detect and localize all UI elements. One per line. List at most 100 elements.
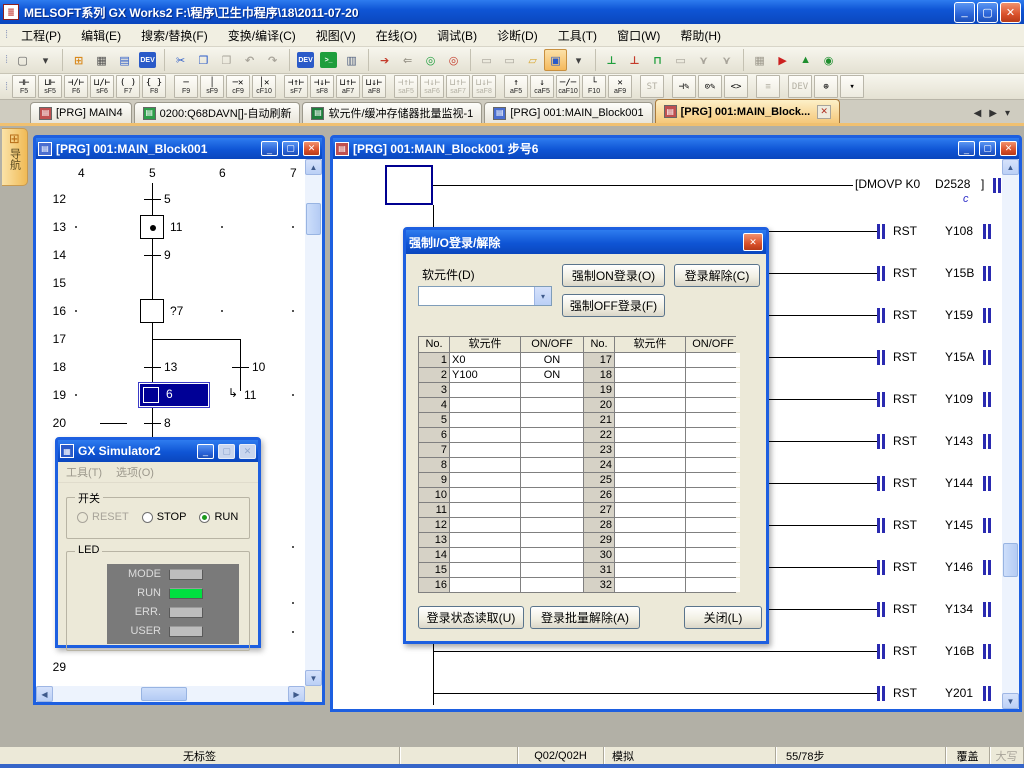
toolbar-icon[interactable]: ▤ <box>113 49 136 71</box>
onoff-cell[interactable] <box>521 503 583 517</box>
tab-list-dropdown-icon[interactable]: ▾ <box>1005 108 1010 119</box>
device-combobox[interactable]: ▾ <box>418 286 552 306</box>
toolbar-icon[interactable]: ▭ <box>470 49 498 71</box>
tab-scroll-right-icon[interactable]: ▶ <box>989 108 997 119</box>
toolbar-icon[interactable]: ▢ <box>11 49 34 71</box>
onoff-cell[interactable] <box>686 578 740 592</box>
ladder-symbol-button[interactable]: ≡ <box>756 75 780 98</box>
onoff-cell[interactable] <box>521 383 583 397</box>
ladder-symbol-button[interactable]: ↑ aF5 <box>504 75 528 98</box>
simulator-minimize-button[interactable]: _ <box>197 444 214 459</box>
ladder-symbol-button[interactable]: ─ F9 <box>174 75 198 98</box>
toolbar-icon[interactable]: ▭ <box>669 49 692 71</box>
device-cell[interactable] <box>450 548 520 562</box>
scroll-up-icon[interactable]: ▲ <box>1002 159 1019 175</box>
toolbar-icon[interactable]: ▲ <box>794 49 817 71</box>
menu-item[interactable]: 编辑(E) <box>71 25 131 46</box>
device-cell[interactable] <box>450 578 520 592</box>
device-cell[interactable] <box>450 473 520 487</box>
ladder-symbol-button[interactable]: ✕ aF9 <box>608 75 632 98</box>
minimize-button[interactable]: _ <box>954 2 975 23</box>
menu-item[interactable]: 在线(O) <box>366 25 427 46</box>
onoff-cell[interactable] <box>686 398 740 412</box>
register-cancel-button[interactable]: 登录解除(C) <box>674 264 760 287</box>
onoff-cell[interactable] <box>521 398 583 412</box>
device-cell[interactable] <box>615 398 685 412</box>
device-cell[interactable] <box>615 518 685 532</box>
sfc-selected-step[interactable]: 6 <box>138 382 210 408</box>
ladder-close-button[interactable]: ✕ <box>1000 141 1017 156</box>
device-cell[interactable] <box>615 413 685 427</box>
switch-radio[interactable]: STOP <box>142 511 187 523</box>
simulator-menu-item[interactable]: 选项(O) <box>116 464 154 480</box>
scroll-up-icon[interactable]: ▲ <box>305 159 322 175</box>
ladder-symbol-button[interactable]: │✕ cF10 <box>252 75 276 98</box>
ladder-window-titlebar[interactable]: ▤ [PRG] 001:MAIN_Block001 步号6 _ ▢ ✕ <box>333 138 1019 159</box>
document-tab[interactable]: ▤ [PRG] 001:MAIN_Block001 ✕ <box>484 102 652 123</box>
toolbar-icon[interactable]: ⋎ <box>692 49 715 71</box>
onoff-cell[interactable] <box>521 488 583 502</box>
ladder-symbol-button[interactable]: ─✕ cF9 <box>226 75 250 98</box>
ladder-symbol-button[interactable]: ⊣✎ <box>672 75 696 98</box>
document-tab[interactable]: ▤ [PRG] MAIN4 ✕ <box>30 102 132 123</box>
device-cell[interactable] <box>450 458 520 472</box>
sfc-vertical-scrollbar[interactable]: ▲ ▼ <box>305 159 322 686</box>
ladder-rst-rung[interactable]: RST Y201 <box>333 683 1002 705</box>
sfc-horizontal-scrollbar[interactable]: ◀ ▶ <box>36 686 305 702</box>
device-cell[interactable] <box>450 533 520 547</box>
scroll-down-icon[interactable]: ▼ <box>1002 693 1019 709</box>
ladder-symbol-button[interactable]: ⊔⊢ sF5 <box>38 75 62 98</box>
toolbar-icon[interactable]: ▾ <box>34 49 57 71</box>
device-cell[interactable] <box>450 413 520 427</box>
toolbar-icon[interactable]: ❐ <box>192 49 215 71</box>
toolbar-icon[interactable]: ◎ <box>419 49 442 71</box>
onoff-cell[interactable] <box>521 578 583 592</box>
close-button[interactable]: ✕ <box>1000 2 1021 23</box>
toolbar-icon[interactable]: DEV <box>136 49 159 71</box>
ladder-symbol-button[interactable]: ─/─ caF10 <box>556 75 580 98</box>
ladder-symbol-button[interactable]: ⊣↓⊢ sF8 <box>310 75 334 98</box>
ladder-symbol-button[interactable]: ⊣/⊢ F6 <box>64 75 88 98</box>
onoff-cell[interactable] <box>521 518 583 532</box>
ladder-symbol-button[interactable]: ⊣↓⊢ saF6 <box>420 75 444 98</box>
ladder-symbol-button[interactable]: ↓ caF5 <box>530 75 554 98</box>
document-tab[interactable]: ▤ 软元件/缓冲存储器批量监视-1 ✕ <box>302 102 482 123</box>
document-tab[interactable]: ▤ 0200:Q68DAVN[]-自动刷新 ✕ <box>134 102 301 123</box>
onoff-cell[interactable] <box>686 353 740 367</box>
toolbar-icon[interactable]: ▣ <box>544 49 567 71</box>
ladder-symbol-button[interactable]: ⊔↓⊢ aF8 <box>362 75 386 98</box>
switch-radio[interactable]: RESET <box>77 511 129 523</box>
sfc-close-button[interactable]: ✕ <box>303 141 320 156</box>
scroll-thumb[interactable] <box>306 203 321 235</box>
onoff-cell[interactable] <box>521 443 583 457</box>
menu-item[interactable]: 窗口(W) <box>607 25 670 46</box>
device-cell[interactable] <box>615 428 685 442</box>
onoff-cell[interactable] <box>686 533 740 547</box>
sfc-step[interactable] <box>140 299 164 323</box>
onoff-cell[interactable] <box>686 443 740 457</box>
simulator-menu-item[interactable]: 工具(T) <box>66 464 102 480</box>
maximize-button[interactable]: ▢ <box>977 2 998 23</box>
toolbar-icon[interactable]: ▭ <box>498 49 521 71</box>
ladder-vertical-scrollbar[interactable]: ▲ ▼ <box>1002 159 1019 709</box>
ladder-symbol-button[interactable]: ⊣↑⊢ saF5 <box>394 75 418 98</box>
menu-item[interactable]: 工具(T) <box>548 25 607 46</box>
ladder-symbol-button[interactable]: ⊣⊢ F5 <box>12 75 36 98</box>
ladder-symbol-button[interactable]: ⊣↑⊢ sF7 <box>284 75 308 98</box>
combobox-dropdown-icon[interactable]: ▾ <box>534 287 551 305</box>
menu-item[interactable]: 搜索/替换(F) <box>131 25 218 46</box>
ladder-symbol-button[interactable]: ⊕ <box>814 75 838 98</box>
device-cell[interactable] <box>615 368 685 382</box>
scroll-left-icon[interactable]: ◀ <box>36 686 53 702</box>
device-cell[interactable] <box>450 428 520 442</box>
device-cell[interactable]: X0 <box>450 353 520 367</box>
tab-close-icon[interactable]: ✕ <box>817 105 831 119</box>
onoff-cell[interactable] <box>521 548 583 562</box>
toolbar-icon[interactable]: ➔ <box>368 49 396 71</box>
close-dialog-button[interactable]: 关闭(L) <box>684 606 762 629</box>
onoff-cell[interactable] <box>686 383 740 397</box>
toolbar-icon[interactable]: ↶ <box>238 49 261 71</box>
onoff-cell[interactable] <box>686 548 740 562</box>
device-cell[interactable] <box>615 488 685 502</box>
device-cell[interactable] <box>615 353 685 367</box>
